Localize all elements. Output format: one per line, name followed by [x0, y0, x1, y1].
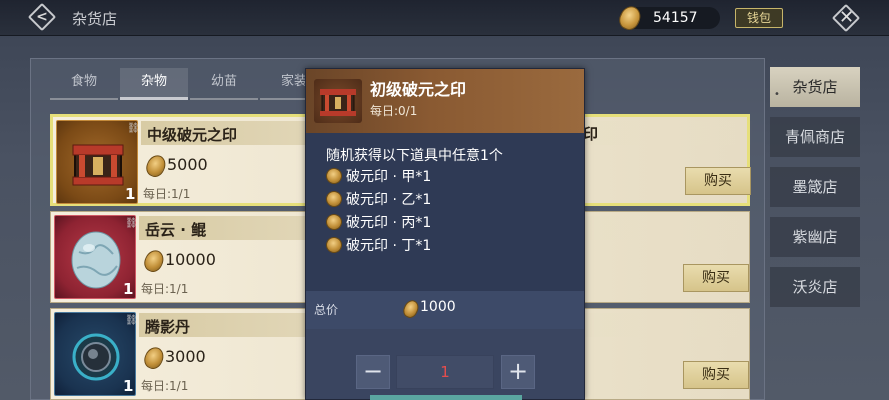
total-price-label: 总价 [314, 303, 339, 317]
popup-daily-limit: 每日:0/1 [370, 104, 418, 118]
buy-button[interactable]: 购买 [685, 167, 751, 195]
seal-token-icon [323, 165, 345, 187]
reward-label: 破元印 · 丙*1 [346, 215, 432, 231]
total-price-value: 1000 [420, 299, 456, 315]
shop-tab-ziyou[interactable]: 紫幽店 [770, 217, 860, 257]
item-name: 腾影丹 [145, 318, 191, 336]
item-icon: ⛓ 1 [56, 120, 140, 204]
buy-button[interactable]: 购买 [683, 264, 749, 292]
item-count: 1 [125, 185, 136, 203]
reward-item: 破元印 · 乙*1 [323, 188, 432, 210]
seal-token-icon [323, 211, 345, 233]
reward-label: 破元印 · 丁*1 [346, 238, 432, 254]
reward-item: 破元印 · 丙*1 [323, 211, 432, 233]
tab-seedling[interactable]: 幼苗 [190, 68, 258, 100]
shop-tab-label: 紫幽店 [792, 228, 838, 246]
link-icon: ⛓ [125, 218, 138, 229]
item-name: 中级破元之印 [147, 126, 238, 144]
item-icon [314, 79, 362, 123]
coin-icon [141, 247, 167, 275]
quantity-field[interactable]: 1 [396, 355, 494, 389]
currency-amount: 54157 [653, 10, 698, 26]
shop-tab-grocery[interactable]: • 杂货店 [770, 67, 860, 107]
top-bar: < 杂货店 54157 钱包 ✕ [0, 0, 889, 36]
popup-header: 初级破元之印 每日:0/1 [306, 69, 584, 133]
item-price: 10000 [165, 250, 216, 269]
shop-tab-label: 沃炎店 [792, 278, 838, 296]
link-icon: ⛓ [125, 315, 138, 326]
shop-tab-label: 青佩商店 [784, 128, 845, 146]
item-price: 3000 [165, 347, 206, 366]
popup-title: 初级破元之印 [370, 80, 467, 99]
item-name-suffix: 印 [583, 125, 599, 143]
close-icon: ✕ [839, 7, 855, 28]
quantity-increase-button[interactable]: + [501, 355, 535, 389]
seal-token-icon [323, 188, 345, 210]
reward-item: 破元印 · 甲*1 [323, 165, 432, 187]
close-button[interactable]: ✕ [830, 3, 862, 33]
item-count: 1 [123, 280, 134, 298]
quantity-decrease-button[interactable]: − [356, 355, 390, 389]
currency-display: 54157 [615, 2, 720, 34]
seal-token-icon [323, 234, 345, 256]
back-arrow-icon: < [36, 9, 48, 25]
back-button[interactable]: < [27, 2, 57, 32]
buy-button[interactable]: 购买 [683, 361, 749, 389]
seal-icon [320, 89, 356, 116]
confirm-button[interactable] [370, 395, 522, 400]
shop-tab-label: 墨箴店 [792, 178, 838, 196]
daily-limit: 每日:1/1 [141, 282, 189, 296]
coin-icon [141, 344, 167, 372]
daily-limit: 每日:1/1 [141, 379, 189, 393]
item-icon: ⛓ 1 [54, 215, 138, 299]
link-icon: ⛓ [127, 123, 140, 134]
shop-tab-label: 杂货店 [792, 78, 838, 96]
item-count: 1 [123, 377, 134, 395]
shop-tab-qingpei[interactable]: 青佩商店 [770, 117, 860, 157]
category-tabs: 食物 杂物 幼苗 家装 [50, 68, 330, 100]
item-price: 5000 [167, 155, 208, 174]
coin-icon [143, 152, 169, 180]
daily-limit: 每日:1/1 [143, 187, 191, 201]
tab-misc[interactable]: 杂物 [120, 68, 188, 100]
reward-label: 破元印 · 甲*1 [346, 169, 432, 185]
popup-description: 随机获得以下道具中任意1个 [326, 148, 503, 164]
reward-label: 破元印 · 乙*1 [346, 192, 432, 208]
reward-item: 破元印 · 丁*1 [323, 234, 432, 256]
item-name: 岳云 · 鲲 [145, 221, 207, 239]
shop-tab-woyan[interactable]: 沃炎店 [770, 267, 860, 307]
item-detail-popup: 初级破元之印 每日:0/1 随机获得以下道具中任意1个 破元印 · 甲*1 破元… [305, 68, 585, 400]
page-title: 杂货店 [72, 10, 118, 28]
shop-tab-mozhen[interactable]: 墨箴店 [770, 167, 860, 207]
selection-dot-icon: • [774, 89, 780, 100]
wallet-button[interactable]: 钱包 [735, 8, 783, 28]
coin-icon [615, 2, 645, 34]
item-icon: ⛓ 1 [54, 312, 138, 396]
tab-food[interactable]: 食物 [50, 68, 118, 100]
